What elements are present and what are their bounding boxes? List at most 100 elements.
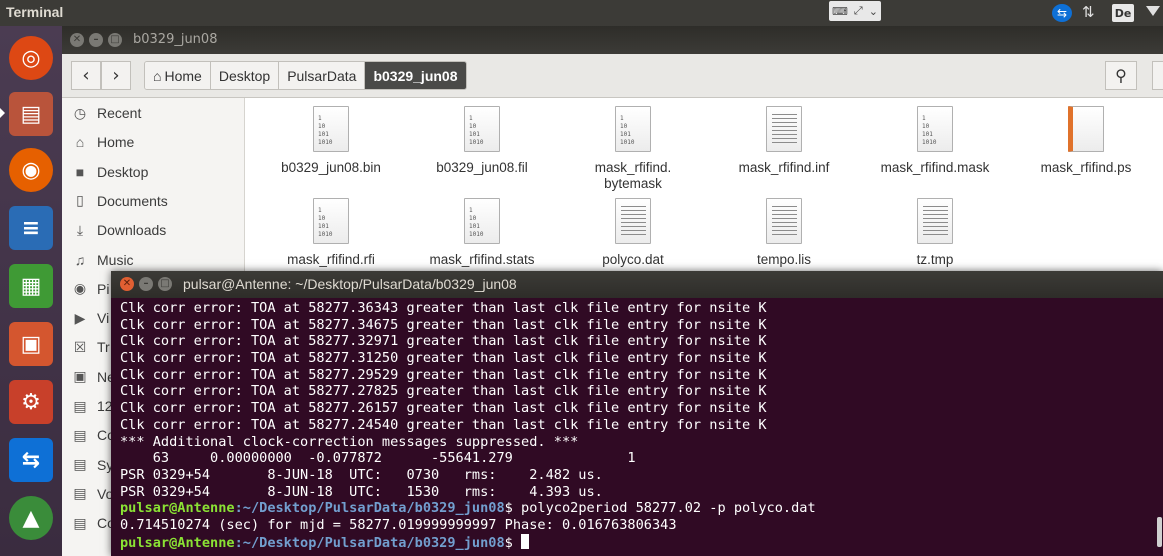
drive-icon: ▤ [73, 397, 87, 414]
file-item[interactable]: 1 10 101 1010 mask_rfifind.stats [412, 198, 552, 268]
software-updater-icon: ▲ [9, 496, 53, 540]
file-item[interactable]: 1 10 101 1010 b0329_jun08.bin [261, 106, 401, 176]
prompt-path: :~/Desktop/PulsarData/b0329_jun08 [234, 500, 505, 517]
sidebar-item[interactable]: ◉ Pi [70, 278, 110, 300]
sidebar-item[interactable]: ▤ Vo [70, 483, 113, 505]
file-item[interactable]: 1 10 101 1010 mask_rfifind.mask [865, 106, 1005, 176]
launcher-item-writer[interactable]: ≡ [6, 202, 56, 254]
file-name: mask_rfifind.mask [880, 160, 990, 175]
launcher-item-firefox[interactable]: ◉ [6, 144, 56, 196]
close-icon[interactable]: ✕ [120, 277, 134, 291]
terminal-line: Clk corr error: TOA at 58277.26157 great… [120, 400, 767, 417]
keyboard-indicator[interactable]: ⌨ ⤢ ⌄ [829, 1, 881, 21]
minimize-icon[interactable]: – [89, 33, 103, 47]
sidebar-item[interactable]: ♫ Music [70, 249, 134, 271]
file-item[interactable]: tz.tmp [865, 198, 1005, 268]
search-icon: ⚲ [1115, 66, 1127, 85]
sidebar-item[interactable]: ▯ Documents [70, 190, 168, 212]
prompt-symbol: $ [504, 534, 513, 551]
menu-button[interactable] [1152, 61, 1163, 90]
video-icon: ▶ [74, 309, 86, 326]
file-item[interactable]: 1 10 101 1010 mask_rfifind. bytemask [563, 106, 703, 192]
sidebar-item[interactable]: ■ Desktop [70, 161, 149, 183]
sidebar-item-label: Vi [97, 310, 110, 327]
music-icon: ♫ [74, 251, 86, 268]
back-button[interactable]: ‹ [71, 61, 101, 90]
libreoffice-calc-icon: ▦ [9, 264, 53, 308]
maximize-icon[interactable]: □ [158, 277, 172, 291]
sidebar-item[interactable]: ▤ Sy [70, 454, 113, 476]
sidebar-item[interactable]: ⤓ Downloads [70, 219, 166, 241]
sidebar-item[interactable]: ▶ Vi [70, 307, 110, 329]
chevron-left-icon: ‹ [82, 65, 90, 86]
terminal-prompt-line: pulsar@Antenne:~/Desktop/PulsarData/b032… [120, 533, 1150, 551]
sidebar-item-label: Pi [97, 280, 110, 297]
launcher-item-files[interactable]: ▤ [6, 88, 56, 140]
prompt-user: pulsar@Antenne [120, 500, 235, 517]
keyboard-language-indicator[interactable]: De [1112, 4, 1134, 22]
launcher-item-impress[interactable]: ▣ [6, 318, 56, 370]
terminal-line: 63 0.00000000 -0.077872 -55641.279 1 [120, 450, 636, 467]
sidebar-item[interactable]: ☒ Tr [70, 336, 110, 358]
breadcrumb-home[interactable]: ⌂ Home [145, 62, 211, 89]
file-item[interactable]: mask_rfifind.inf [714, 106, 854, 176]
sidebar-item[interactable]: ▤ Co [70, 512, 115, 534]
file-item[interactable]: tempo.lis [714, 198, 854, 268]
terminal-output[interactable]: Clk corr error: TOA at 58277.36343 great… [120, 300, 1150, 554]
launcher-item-updater[interactable]: ▲ [6, 492, 56, 544]
expand-icon: ⤢ [853, 4, 863, 17]
launcher-item-calc[interactable]: ▦ [6, 260, 56, 312]
wifi-signal-icon[interactable] [1146, 6, 1160, 16]
text-file-icon [766, 106, 802, 152]
terminal-line: Clk corr error: TOA at 58277.36343 great… [120, 300, 767, 316]
breadcrumb-pulsardata[interactable]: PulsarData [279, 62, 366, 89]
active-app-marker [0, 108, 5, 118]
terminal-scrollbar[interactable] [1157, 517, 1162, 547]
breadcrumb-current[interactable]: b0329_jun08 [365, 62, 466, 89]
breadcrumb-desktop[interactable]: Desktop [210, 62, 280, 89]
launcher: ◎ ▤ ◉ ≡ ▦ ▣ ⚙ ⇆ ▲ [0, 26, 62, 556]
terminal-title: pulsar@Antenne: ~/Desktop/PulsarData/b03… [183, 276, 517, 292]
firefox-icon: ◉ [9, 148, 53, 192]
sidebar-item[interactable]: ◷ Recent [70, 102, 141, 124]
forward-button[interactable]: › [101, 61, 131, 90]
terminal-titlebar: ✕ – □ pulsar@Antenne: ~/Desktop/PulsarDa… [111, 271, 1163, 298]
binary-file-icon: 1 10 101 1010 [917, 106, 953, 152]
sidebar-item[interactable]: ▣ Ne [70, 366, 115, 388]
file-name: mask_rfifind.inf [738, 160, 830, 175]
launcher-item-dash[interactable]: ◎ [6, 32, 56, 84]
terminal-line: Clk corr error: TOA at 58277.31250 great… [120, 350, 767, 367]
file-item[interactable]: 1 10 101 1010 mask_rfifind.rfi [261, 198, 401, 268]
file-item[interactable]: 1 10 101 1010 b0329_jun08.fil [412, 106, 552, 176]
file-name: tempo.lis [756, 252, 812, 267]
file-name: mask_rfifind.stats [429, 252, 535, 267]
file-name: mask_rfifind. bytemask [594, 160, 672, 191]
terminal-line: Clk corr error: TOA at 58277.34675 great… [120, 316, 767, 333]
sidebar-item[interactable]: ▤ Co [70, 424, 115, 446]
prompt-user: pulsar@Antenne [120, 534, 235, 551]
drive-icon: ▤ [73, 514, 87, 531]
file-item[interactable]: mask_rfifind.ps [1016, 106, 1156, 176]
drive-icon: ▤ [73, 426, 87, 443]
camera-icon: ◉ [73, 280, 87, 297]
system-settings-icon: ⚙ [9, 380, 53, 424]
sidebar-item[interactable]: ⌂ Home [70, 131, 135, 153]
launcher-item-teamviewer[interactable]: ⇆ [6, 434, 56, 486]
prompt-path: :~/Desktop/PulsarData/b0329_jun08 [234, 534, 505, 551]
launcher-item-settings[interactable]: ⚙ [6, 376, 56, 428]
text-file-icon [917, 198, 953, 244]
file-item[interactable]: polyco.dat [563, 198, 703, 268]
sidebar-item[interactable]: ▤ 12 [70, 395, 112, 417]
teamviewer-tray-icon[interactable]: ⇆ [1052, 4, 1072, 22]
sidebar-item-label: Recent [97, 105, 142, 121]
search-button[interactable]: ⚲ [1105, 61, 1137, 90]
terminal-window: ✕ – □ pulsar@Antenne: ~/Desktop/PulsarDa… [111, 271, 1163, 556]
maximize-icon[interactable]: □ [108, 33, 122, 47]
desktop-folder-icon: ■ [75, 163, 85, 180]
network-arrows-icon[interactable]: ⇅ [1082, 3, 1095, 21]
home-icon: ⌂ [153, 67, 162, 84]
minimize-icon[interactable]: – [139, 277, 153, 291]
sidebar-item-label: Downloads [97, 222, 167, 239]
close-icon[interactable]: ✕ [70, 33, 84, 47]
terminal-line: Clk corr error: TOA at 58277.29529 great… [120, 366, 767, 383]
